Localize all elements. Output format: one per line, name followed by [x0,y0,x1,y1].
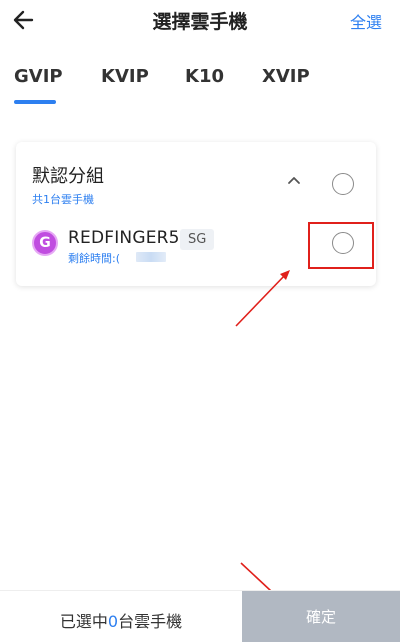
confirm-button[interactable]: 確定 [242,591,400,642]
selected-prefix: 已選中 [59,612,108,631]
active-tab-indicator [14,100,56,104]
group-count: 共1台雲手機 [32,193,94,206]
group-title: 默認分組 [32,166,104,187]
selected-suffix: 台雲手機 [118,612,183,631]
device-name: REDFINGER5 [68,228,180,248]
tab-k10[interactable]: K10 [185,66,224,87]
remaining-time: 剩餘時間:( [68,252,120,265]
chevron-up-icon[interactable] [286,174,302,186]
selected-summary: 已選中0台雲手機 [0,608,242,632]
annotation-highlight-box [308,222,374,269]
selected-count: 0 [107,612,119,631]
region-badge: SG [180,229,215,250]
select-all-button[interactable]: 全選 [350,9,382,33]
page-title: 選擇雲手機 [152,11,248,33]
header: 選擇雲手機 全選 [0,0,400,40]
footer-bar: 已選中0台雲手機 確定 [0,590,400,642]
avatar: G [32,230,58,256]
tab-kvip[interactable]: KVIP [101,66,149,87]
group-select-radio[interactable] [332,173,354,195]
tab-xvip[interactable]: XVIP [262,66,310,87]
tab-bar: GVIP KVIP K10 XVIP [0,60,400,110]
redacted-value [136,252,166,262]
tab-gvip[interactable]: GVIP [14,66,63,87]
